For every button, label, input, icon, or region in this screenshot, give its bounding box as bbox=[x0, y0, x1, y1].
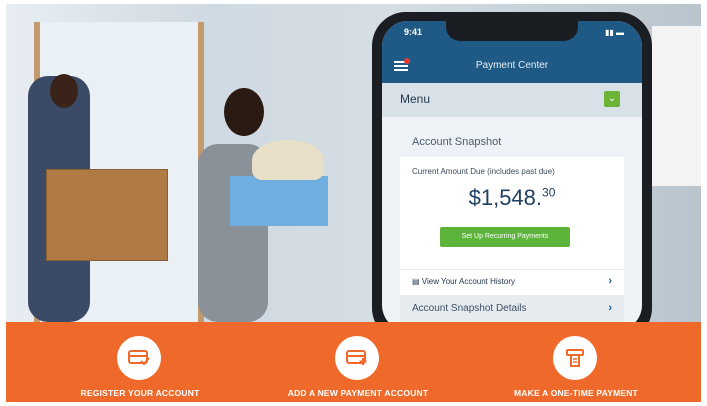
details-row[interactable]: Account Snapshot Details › bbox=[400, 295, 624, 323]
history-row[interactable]: ▤ View Your Account History › bbox=[400, 269, 624, 294]
card-title: Account Snapshot bbox=[412, 136, 502, 148]
menu-label: Menu bbox=[400, 92, 431, 106]
chevron-right-icon: › bbox=[608, 275, 612, 287]
chevron-right-icon: › bbox=[608, 302, 612, 314]
cardboard-box bbox=[46, 169, 168, 261]
card-header: Account Snapshot bbox=[400, 129, 624, 157]
action-label: ADD A NEW PAYMENT ACCOUNT bbox=[287, 388, 429, 398]
card-plus-icon bbox=[335, 336, 379, 380]
add-payment-account-action[interactable]: ADD A NEW PAYMENT ACCOUNT bbox=[268, 322, 448, 402]
menu-bar[interactable]: Menu ⌄ bbox=[382, 83, 642, 117]
gift-box bbox=[230, 176, 328, 226]
register-account-action[interactable]: REGISTER YOUR ACCOUNT bbox=[50, 322, 230, 402]
amount-due-label: Current Amount Due (includes past due) bbox=[412, 167, 555, 176]
actions-band: REGISTER YOUR ACCOUNT ADD A NEW PAYMENT … bbox=[6, 322, 701, 402]
action-label: REGISTER YOUR ACCOUNT bbox=[80, 388, 200, 398]
card-check-icon bbox=[117, 336, 161, 380]
phone-mockup: 9:41 ▮▮ ▬ Payment Center Menu ⌄ Account … bbox=[372, 12, 652, 342]
signal-battery-icon: ▮▮ ▬ bbox=[604, 28, 624, 37]
phone-notch bbox=[446, 21, 578, 41]
amount-cents: 30 bbox=[542, 185, 556, 200]
history-label: ▤ View Your Account History bbox=[412, 277, 516, 286]
header-title: Payment Center bbox=[475, 60, 549, 71]
person-head bbox=[50, 74, 78, 108]
account-snapshot-card: Account Snapshot Current Amount Due (inc… bbox=[400, 129, 624, 331]
setup-recurring-button[interactable]: Set Up Recurring Payments bbox=[440, 227, 570, 247]
one-time-payment-action[interactable]: MAKE A ONE-TIME PAYMENT bbox=[486, 322, 666, 402]
action-label: MAKE A ONE-TIME PAYMENT bbox=[514, 388, 638, 398]
person-head bbox=[224, 88, 264, 136]
cabinet bbox=[652, 26, 701, 186]
app-header: 9:41 ▮▮ ▬ Payment Center bbox=[382, 21, 642, 83]
receipt-icon bbox=[553, 336, 597, 380]
gift-bow bbox=[252, 140, 324, 180]
details-label: Account Snapshot Details bbox=[412, 303, 527, 314]
amount-main: $1,548. bbox=[468, 185, 543, 210]
amount-due-value: $1,548.30 bbox=[400, 185, 624, 211]
status-time: 9:41 bbox=[404, 27, 423, 37]
chevron-down-icon[interactable]: ⌄ bbox=[604, 91, 620, 107]
phone-screen: 9:41 ▮▮ ▬ Payment Center Menu ⌄ Account … bbox=[382, 21, 642, 331]
hero-frame: 9:41 ▮▮ ▬ Payment Center Menu ⌄ Account … bbox=[6, 4, 701, 402]
